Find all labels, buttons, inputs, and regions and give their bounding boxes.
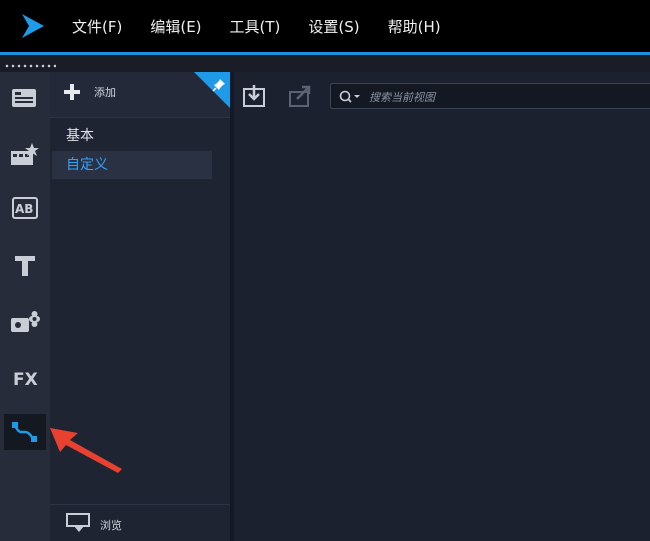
motion-path-icon: [12, 422, 37, 442]
filter-icon: FX: [13, 370, 38, 389]
plus-icon: [64, 84, 80, 100]
instant-project-icon: [11, 143, 39, 165]
library-item-custom[interactable]: 自定义: [52, 151, 212, 179]
menu-edit[interactable]: 编辑(E): [150, 16, 201, 37]
rail-motion-path-button[interactable]: [4, 414, 46, 450]
panel-header-bar: [0, 55, 650, 72]
menu-file[interactable]: 文件(F): [72, 16, 122, 37]
library-toolbar: 添加: [50, 72, 230, 118]
content-area: 搜索当前视图: [234, 72, 650, 541]
menu-tools[interactable]: 工具(T): [230, 16, 281, 37]
rail-transition-button[interactable]: AB: [4, 190, 46, 226]
library-panel: 添加 基本 自定义 浏览: [50, 72, 230, 541]
pin-icon[interactable]: [212, 78, 226, 92]
menu-settings[interactable]: 设置(S): [308, 16, 359, 37]
browse-icon[interactable]: [66, 513, 92, 533]
filter-fx-label: FX: [13, 370, 38, 389]
transition-icon: AB: [12, 197, 38, 219]
search-input[interactable]: 搜索当前视图: [330, 83, 650, 109]
title-icon: [15, 256, 35, 276]
rail-filter-button[interactable]: FX: [4, 360, 46, 396]
menu-bar: 文件(F) 编辑(E) 工具(T) 设置(S) 帮助(H): [0, 0, 650, 52]
search-placeholder: 搜索当前视图: [369, 91, 435, 104]
browse-label: 浏览: [100, 519, 122, 532]
menu-help[interactable]: 帮助(H): [388, 16, 441, 37]
browse-bar: 浏览: [50, 504, 230, 541]
app-logo-icon: [22, 14, 44, 38]
add-label: 添加: [94, 86, 116, 99]
media-icon: [12, 89, 36, 107]
transition-ab-label: AB: [15, 202, 33, 216]
add-button[interactable]: 添加: [64, 84, 116, 100]
rail-graphics-button[interactable]: [4, 304, 46, 340]
graphics-icon: [11, 311, 40, 332]
drag-grip-handle[interactable]: [4, 64, 56, 68]
rail-instant-project-button[interactable]: [4, 136, 46, 172]
library-item-basic[interactable]: 基本: [52, 122, 212, 150]
category-rail: AB FX: [0, 72, 50, 541]
search-icon: [339, 90, 360, 103]
import-icon[interactable]: [242, 84, 266, 108]
menu-items: 文件(F) 编辑(E) 工具(T) 设置(S) 帮助(H): [72, 0, 469, 52]
export-icon[interactable]: [288, 84, 312, 108]
rail-title-button[interactable]: [4, 248, 46, 284]
rail-media-button[interactable]: [4, 80, 46, 116]
